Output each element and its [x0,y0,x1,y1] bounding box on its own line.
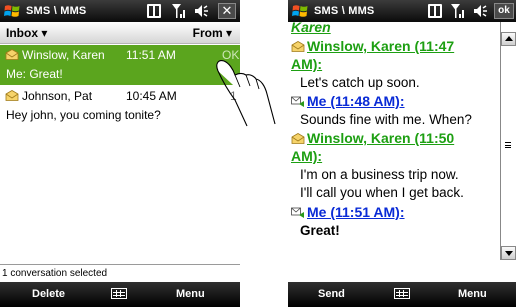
ok-button[interactable]: ok [494,3,514,19]
scroll-up-button[interactable] [501,32,516,46]
signal-icon[interactable] [171,3,187,19]
message-text: I'll call you when I get back. [300,185,464,200]
app-title: SMS \ MMS [314,5,375,17]
envelope-open-icon [291,41,305,52]
send-softkey[interactable]: Send [318,288,345,300]
envelope-open-icon [291,133,305,144]
title-bar: SMS \ MMS ok [288,0,516,22]
chevron-down-icon: ▾ [225,26,232,40]
message-text: Great! [300,223,340,238]
connectivity-icon[interactable] [147,4,161,18]
envelope-open-icon [5,90,19,101]
message-row[interactable]: Johnson, Pat 10:45 AM 1 Hey john, you co… [0,86,240,126]
message-text: I'm on a business trip now. [300,167,459,182]
message-sender: Johnson, Pat [22,89,93,103]
sort-label: From [192,26,223,40]
sent-message-icon [291,207,304,218]
message-header-link[interactable]: Winslow, Karen (11:50 [291,129,454,147]
message-text: Let's catch up soon. [300,75,420,90]
message-preview: Hey john, you coming tonite? [6,108,161,122]
app-title: SMS \ MMS [26,5,87,17]
inbox-header: Inbox ▾ From ▾ [0,22,240,44]
windows-start-icon[interactable] [292,3,308,19]
sort-dropdown[interactable]: From ▾ [193,26,232,40]
message-time: 11:51 AM [126,48,176,62]
my-message-header-link[interactable]: Me (11:48 AM): [291,92,405,110]
selection-status: 1 conversation selected [0,264,240,282]
signal-icon[interactable] [450,3,466,19]
conversation-screen: SMS \ MMS ok Karen Winslow, Karen (11:47… [288,0,516,307]
close-button[interactable]: ✕ [218,3,236,19]
contact-name[interactable]: Karen [291,22,331,36]
message-time: 10:45 AM [126,89,177,103]
connectivity-icon[interactable] [428,4,442,18]
message-text: Sounds fine with me. When? [300,112,472,127]
conversation-thread: Karen Winslow, Karen (11:47 AM): Let's c… [288,22,500,282]
scroll-down-button[interactable] [501,246,516,260]
message-header-text: Winslow, Karen (11:47 [307,38,455,54]
chevron-down-icon: ▾ [41,26,48,40]
folder-label: Inbox [6,26,38,40]
keyboard-icon[interactable] [111,288,127,299]
sent-message-icon [291,96,304,107]
message-header-text: Me (11:51 AM): [307,204,405,220]
windows-start-icon[interactable] [4,3,20,19]
scroll-thumb-grip-icon[interactable] [505,142,511,148]
title-bar: SMS \ MMS ✕ [0,0,240,22]
delete-softkey[interactable]: Delete [32,288,65,300]
keyboard-icon[interactable] [394,288,410,299]
message-header-text: Winslow, Karen (11:50 [307,130,455,146]
message-header-link[interactable]: AM): [291,147,322,165]
message-sender: Winslow, Karen [22,48,105,62]
message-row[interactable]: Winslow, Karen 11:51 AM OK Me: Great! [0,45,240,85]
conversation-scrollbar[interactable] [500,22,516,260]
menu-softkey[interactable]: Menu [458,288,487,300]
softkey-bar: Delete Menu [0,282,240,307]
volume-icon[interactable] [472,3,488,19]
softkey-bar: Send Menu [288,282,516,307]
envelope-open-icon [5,49,19,60]
message-preview: Me: Great! [6,67,63,81]
message-header-link[interactable]: AM): [291,55,322,73]
menu-softkey[interactable]: Menu [176,288,205,300]
selection-status-text: 1 conversation selected [2,268,108,279]
volume-icon[interactable] [193,3,209,19]
message-header-text: Me (11:48 AM): [307,93,405,109]
message-header-link[interactable]: Winslow, Karen (11:47 [291,37,454,55]
my-message-header-link[interactable]: Me (11:51 AM): [291,203,405,221]
folder-dropdown[interactable]: Inbox ▾ [6,26,47,40]
inbox-screen: SMS \ MMS ✕ Inbox ▾ From ▾ Winslow, Kare… [0,0,240,307]
stylus-hand-illustration [216,60,276,127]
